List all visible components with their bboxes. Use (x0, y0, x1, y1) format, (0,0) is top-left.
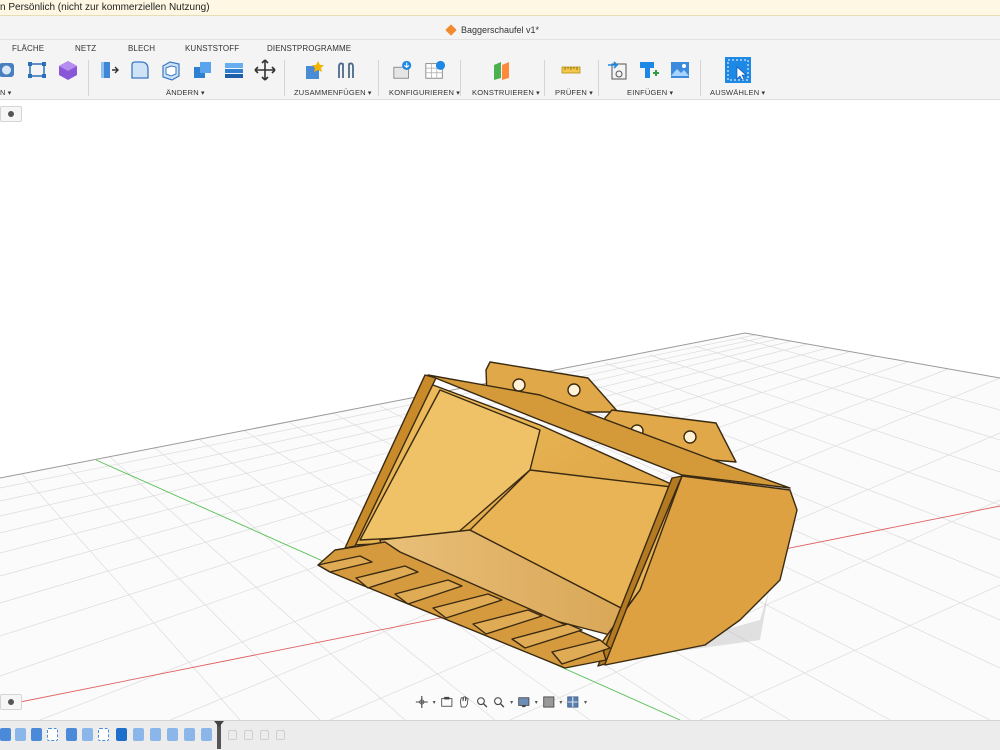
insert-image-icon[interactable] (669, 59, 691, 81)
timeline-feature-icon[interactable] (82, 728, 93, 741)
document-name: Baggerschaufel v1* (461, 25, 540, 35)
group-separator (88, 60, 89, 96)
offset-plane-icon[interactable] (491, 59, 513, 81)
orbit-icon[interactable] (415, 694, 429, 710)
ribbon-toolbar: FLÄCHE NETZ BLECH KUNSTSTOFF DIENSTPROGR… (0, 40, 1000, 100)
chevron-down-icon[interactable]: ▾ (559, 699, 562, 706)
timeline-playhead[interactable] (214, 721, 224, 749)
display-settings-icon[interactable] (517, 694, 531, 710)
timeline-feature-icon[interactable] (133, 728, 144, 741)
document-tab-bar: Baggerschaufel v1* (0, 16, 1000, 40)
timeline-feature-icon[interactable] (201, 728, 212, 741)
window-title: n Persönlich (nicht zur kommerziellen Nu… (0, 2, 210, 13)
visual-style-icon[interactable] (542, 694, 556, 710)
new-component-icon[interactable] (303, 59, 325, 81)
timeline-sketch-icon[interactable] (47, 728, 58, 741)
group-select-label[interactable]: AUSWÄHLEN (710, 88, 765, 97)
configure-table-icon[interactable] (424, 59, 446, 81)
create-form-icon[interactable] (0, 59, 18, 81)
chevron-down-icon[interactable]: ▾ (584, 699, 587, 706)
grid-icon[interactable] (566, 694, 580, 710)
group-separator (700, 60, 701, 96)
group-insert-label[interactable]: EINFÜGEN (627, 88, 673, 97)
chevron-down-icon[interactable]: ▾ (535, 699, 538, 706)
timeline-feature-icon[interactable] (116, 728, 127, 741)
move-copy-icon[interactable] (254, 59, 276, 81)
timeline-feature-icon[interactable] (66, 728, 77, 741)
timeline-sketch-icon[interactable] (98, 728, 109, 741)
timeline-feature-icon[interactable] (15, 728, 26, 741)
timeline-sketch-icon[interactable] (0, 728, 11, 741)
fillet-icon[interactable] (129, 59, 151, 81)
tab-mesh[interactable]: NETZ (75, 44, 96, 53)
joint-icon[interactable] (335, 59, 357, 81)
zoom-window-icon[interactable] (475, 694, 489, 710)
orange-cube-icon (445, 24, 457, 36)
sketch-rectangle-icon[interactable] (26, 59, 48, 81)
group-create-label[interactable]: N (0, 88, 11, 97)
navigation-bar: ▾ ▾ ▾ ▾ ▾ (415, 692, 587, 712)
window-title-bar: n Persönlich (nicht zur kommerziellen Nu… (0, 0, 1000, 16)
group-separator (284, 60, 285, 96)
chevron-down-icon[interactable]: ▾ (510, 699, 513, 706)
look-at-icon[interactable] (440, 694, 454, 710)
insert-derive-icon[interactable] (607, 59, 629, 81)
timeline-suppressed-icon[interactable] (228, 730, 237, 740)
tab-sheet-metal[interactable]: BLECH (128, 44, 155, 53)
press-pull-icon[interactable] (97, 59, 119, 81)
chevron-down-icon[interactable]: ▾ (433, 699, 436, 706)
tab-plastic[interactable]: KUNSTSTOFF (185, 44, 239, 53)
tab-surface[interactable]: FLÄCHE (12, 44, 44, 53)
group-separator (460, 60, 461, 96)
timeline-suppressed-icon[interactable] (244, 730, 253, 740)
timeline-feature-icon[interactable] (31, 728, 42, 741)
timeline-feature-icon[interactable] (184, 728, 195, 741)
select-icon[interactable] (724, 56, 752, 84)
timeline-feature-icon[interactable] (150, 728, 161, 741)
zoom-icon[interactable] (492, 694, 506, 710)
combine-icon[interactable] (192, 59, 214, 81)
group-assemble-label[interactable]: ZUSAMMENFÜGEN (294, 88, 372, 97)
group-construct-label[interactable]: KONSTRUIEREN (472, 88, 540, 97)
create-solid-icon[interactable] (57, 59, 79, 81)
timeline-feature-icon[interactable] (167, 728, 178, 741)
pan-icon[interactable] (457, 694, 471, 710)
timeline-suppressed-icon[interactable] (260, 730, 269, 740)
timeline-suppressed-icon[interactable] (276, 730, 285, 740)
group-separator (378, 60, 379, 96)
model-canvas[interactable] (0, 100, 1000, 720)
document-tab[interactable]: Baggerschaufel v1* (445, 23, 540, 37)
3d-viewport[interactable] (0, 100, 1000, 720)
group-separator (544, 60, 545, 96)
change-parameters-icon[interactable] (392, 59, 414, 81)
timeline (0, 720, 1000, 750)
insert-mcmaster-icon[interactable] (638, 59, 660, 81)
measure-icon[interactable] (560, 59, 582, 81)
tab-utilities[interactable]: DIENSTPROGRAMME (267, 44, 351, 53)
group-separator (598, 60, 599, 96)
comments-toggle-button[interactable] (0, 694, 22, 710)
shell-icon[interactable] (160, 59, 182, 81)
offset-face-icon[interactable] (223, 59, 245, 81)
browser-toggle-button[interactable] (0, 106, 22, 122)
group-inspect-label[interactable]: PRÜFEN (555, 88, 593, 97)
group-modify-label[interactable]: ÄNDERN (166, 88, 205, 97)
group-configure-label[interactable]: KONFIGURIEREN (389, 88, 460, 97)
